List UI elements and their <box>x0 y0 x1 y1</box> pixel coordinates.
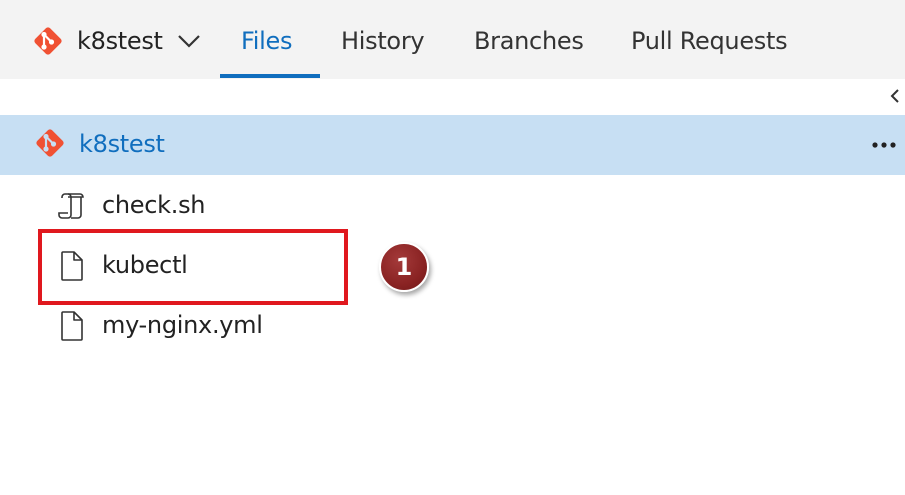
more-options-icon[interactable] <box>868 131 900 159</box>
file-icon <box>61 251 83 281</box>
script-icon <box>58 193 84 219</box>
chevron-down-icon <box>177 35 200 48</box>
file-row-kubectl[interactable]: kubectl <box>0 235 905 295</box>
collapse-pane-icon[interactable] <box>884 84 904 108</box>
repo-picker[interactable]: k8stest <box>33 22 201 60</box>
git-logo-icon <box>36 129 64 157</box>
repo-header-bar: k8stest Files History Branches Pull Requ… <box>0 0 905 79</box>
tab-pull-requests[interactable]: Pull Requests <box>631 22 788 60</box>
git-logo-icon <box>34 27 62 55</box>
step-number-badge: 1 <box>379 242 429 292</box>
file-name: check.sh <box>102 191 206 219</box>
repo-name: k8stest <box>77 27 163 55</box>
file-row-my-nginx-yml[interactable]: my-nginx.yml <box>0 295 905 355</box>
file-icon <box>61 311 83 341</box>
tree-root-label: k8stest <box>79 130 165 158</box>
file-name: my-nginx.yml <box>102 311 263 339</box>
tab-branches[interactable]: Branches <box>474 22 584 60</box>
file-row-check-sh[interactable]: check.sh <box>0 175 905 235</box>
tab-files[interactable]: Files <box>241 22 292 60</box>
tab-history[interactable]: History <box>341 22 425 60</box>
active-tab-indicator <box>220 74 320 78</box>
file-name: kubectl <box>102 251 188 279</box>
tree-root-item[interactable]: k8stest <box>0 115 905 175</box>
